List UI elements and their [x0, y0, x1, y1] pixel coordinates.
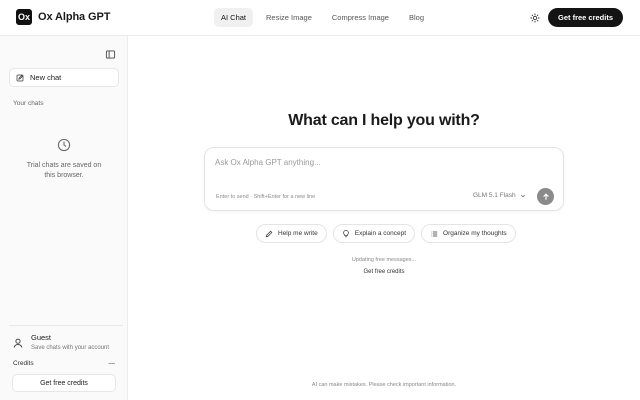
arrow-up-icon	[542, 192, 549, 200]
top-bar: Ox Ox Alpha GPT AI Chat Resize Image Com…	[0, 0, 640, 36]
suggestion-explain-concept[interactable]: Explain a concept	[332, 224, 416, 243]
empty-chats-text: Trial chats are saved on this browser.	[26, 162, 102, 179]
suggestion-label: Organize my thoughts	[443, 230, 507, 237]
chat-input[interactable]	[215, 158, 515, 167]
get-free-credits-button[interactable]: Get free credits	[548, 8, 623, 27]
user-icon	[12, 336, 24, 348]
lightbulb-icon	[342, 229, 349, 237]
credits-label: Credits	[13, 360, 34, 367]
nav-ai-chat[interactable]: AI Chat	[214, 8, 254, 27]
sun-icon[interactable]	[528, 11, 542, 25]
nav-compress-image[interactable]: Compress Image	[325, 8, 396, 27]
brand[interactable]: Ox Ox Alpha GPT	[16, 9, 110, 25]
suggestion-help-me-write[interactable]: Help me write	[256, 224, 327, 243]
list-icon	[431, 231, 438, 236]
main-nav: AI Chat Resize Image Compress Image Blog	[214, 8, 431, 27]
new-chat-icon	[16, 74, 24, 81]
status-text: Updating free messages...	[351, 257, 417, 263]
chat-composer: Enter to send · Shift+Enter for a new li…	[204, 147, 564, 211]
suggestion-label: Explain a concept	[354, 230, 407, 237]
your-chats-heading: Your chats	[13, 100, 44, 107]
chevron-down-icon	[520, 194, 525, 197]
suggestion-chips: Help me write Explain a concept Organize…	[256, 224, 516, 243]
page-title: What can I help you with?	[288, 112, 480, 129]
brand-name: Ox Alpha GPT	[38, 11, 111, 23]
suggestion-label: Help me write	[278, 230, 318, 237]
credits-row: Credits —	[13, 360, 115, 367]
guest-subtitle: Save chats with your account	[31, 345, 110, 351]
divider	[9, 325, 123, 326]
disclaimer: AI can make mistakes. Please check impor…	[311, 382, 457, 388]
composer-hint: Enter to send · Shift+Enter for a new li…	[216, 194, 316, 200]
nav-blog[interactable]: Blog	[402, 8, 431, 27]
get-free-credits-link[interactable]: Get free credits	[128, 269, 640, 275]
guest-name: Guest	[31, 333, 52, 342]
sidebar-get-free-credits-button[interactable]: Get free credits	[12, 374, 116, 392]
new-chat-label: New chat	[30, 73, 62, 82]
new-chat-button[interactable]: New chat	[9, 68, 119, 87]
nav-resize-image[interactable]: Resize Image	[259, 8, 319, 27]
send-button[interactable]	[537, 188, 554, 205]
clock-icon	[57, 138, 71, 152]
model-selector[interactable]: GLM 5.1 Flash	[473, 192, 526, 199]
pencil-icon	[265, 230, 273, 237]
brand-logo: Ox	[16, 9, 32, 25]
empty-chats: Trial chats are saved on this browser.	[0, 138, 128, 181]
model-name: GLM 5.1 Flash	[473, 192, 516, 199]
sidebar-toggle-icon[interactable]	[105, 47, 116, 59]
suggestion-organize-thoughts[interactable]: Organize my thoughts	[421, 224, 516, 243]
guest-account[interactable]: Guest Save chats with your account	[12, 333, 109, 351]
sidebar: New chat Your chats Trial chats are save…	[0, 36, 128, 400]
credits-value: —	[108, 360, 116, 367]
